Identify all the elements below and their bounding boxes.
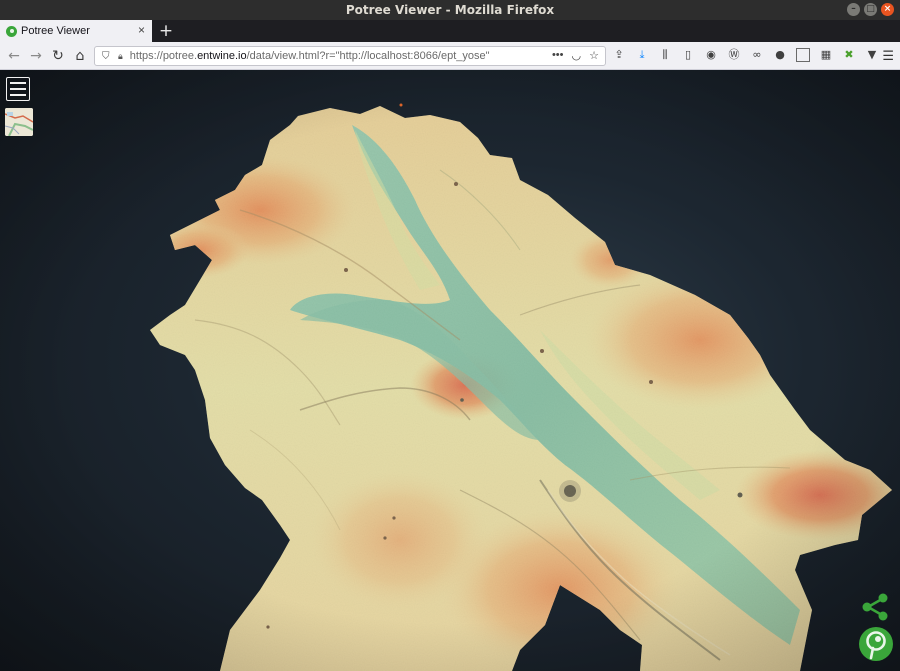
- share-icon[interactable]: [860, 592, 890, 622]
- point-cloud-viewer[interactable]: [0, 70, 900, 671]
- minimize-button[interactable]: –: [847, 3, 860, 16]
- sidebar-icon[interactable]: ▯: [681, 48, 695, 62]
- terrain-point-cloud[interactable]: [0, 70, 900, 671]
- lock-icon[interactable]: 🔒︎: [118, 51, 123, 62]
- browser-menu-icon[interactable]: ☰: [882, 49, 894, 64]
- maximize-button[interactable]: □: [864, 3, 877, 16]
- puzzle-extension-icon[interactable]: ✖: [842, 48, 856, 62]
- bookmark-star-icon[interactable]: ☆: [589, 49, 599, 62]
- page-actions-icon[interactable]: •••: [552, 49, 564, 62]
- pocket-icon[interactable]: ◡: [572, 49, 582, 62]
- tab-label: Potree Viewer: [21, 25, 90, 37]
- close-window-button[interactable]: ×: [881, 3, 894, 16]
- glasses-icon[interactable]: ∞: [750, 48, 764, 62]
- account-icon[interactable]: ●: [773, 48, 787, 62]
- potree-logo-icon[interactable]: [858, 626, 894, 662]
- hamburger-menu-icon[interactable]: [6, 77, 30, 101]
- window-titlebar: Potree Viewer - Mozilla Firefox – □ ×: [0, 0, 900, 20]
- tab-potree-viewer[interactable]: Potree Viewer ×: [0, 20, 152, 42]
- url-text[interactable]: https://potree.entwine.io/data/view.html…: [130, 50, 490, 62]
- pin-icon[interactable]: ⇪: [612, 48, 626, 62]
- home-button[interactable]: ⌂: [71, 47, 89, 65]
- qr-icon[interactable]: ▦: [819, 48, 833, 62]
- container-icon[interactable]: ◉: [704, 48, 718, 62]
- new-tab-button[interactable]: +: [158, 21, 174, 41]
- window-title: Potree Viewer - Mozilla Firefox: [345, 3, 555, 17]
- navigation-toolbar: ← → ↻ ⌂ ⛉ 🔒︎ https://potree.entwine.io/d…: [0, 42, 900, 70]
- forward-button[interactable]: →: [27, 47, 45, 65]
- tracking-shield-icon[interactable]: ⛉: [102, 51, 110, 62]
- library-icon[interactable]: ⫼: [658, 48, 672, 62]
- download-icon[interactable]: ⤓: [635, 48, 649, 62]
- funnel-icon[interactable]: ▼: [865, 48, 879, 62]
- close-tab-icon[interactable]: ×: [138, 23, 145, 37]
- map-thumbnail-icon[interactable]: [5, 108, 33, 136]
- extension-box-icon[interactable]: [796, 48, 810, 62]
- tab-strip: Potree Viewer × +: [0, 20, 900, 42]
- reload-button[interactable]: ↻: [49, 47, 67, 65]
- potree-favicon-icon: [6, 25, 17, 37]
- back-button[interactable]: ←: [5, 47, 23, 65]
- url-bar[interactable]: ⛉ 🔒︎ https://potree.entwine.io/data/view…: [94, 46, 606, 66]
- wordpress-icon[interactable]: Ⓦ: [727, 48, 741, 62]
